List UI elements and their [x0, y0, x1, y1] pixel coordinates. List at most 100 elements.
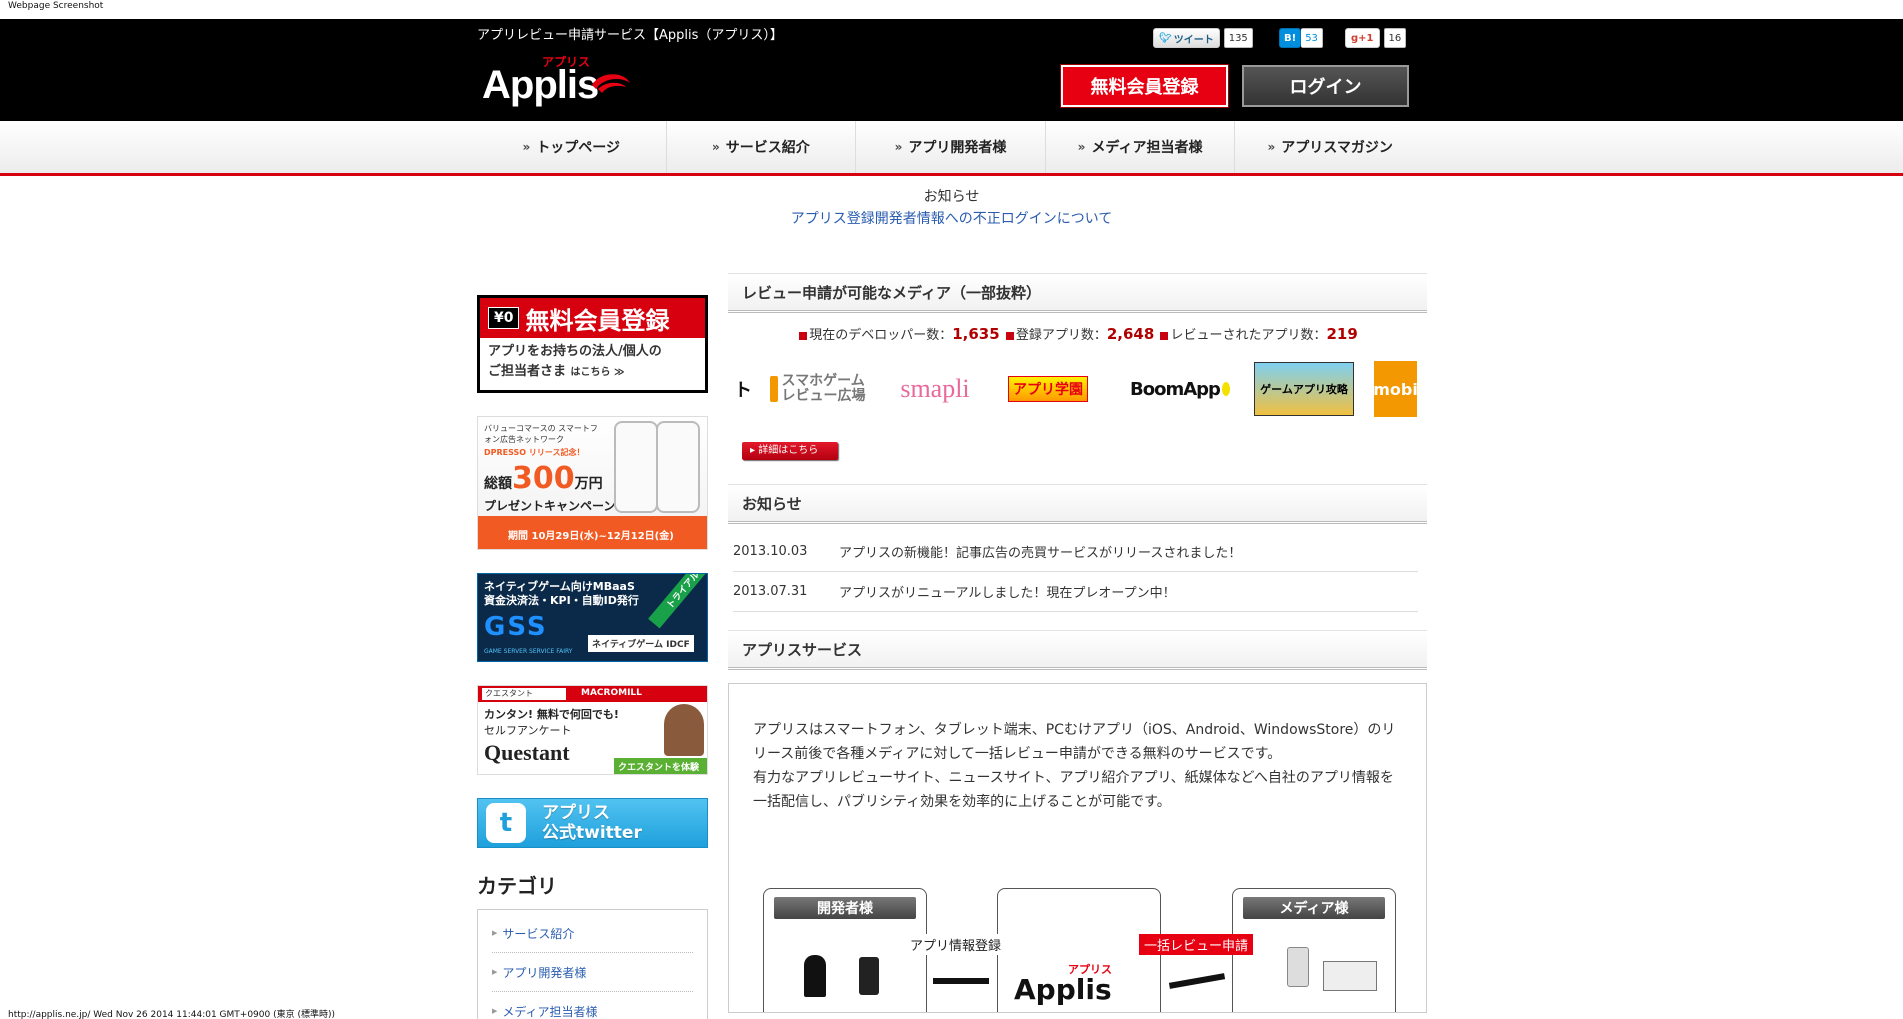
category-item[interactable]: ▶ サービス紹介	[492, 914, 693, 953]
site-tagline: アプリレビュー申請サービス【Applis（アプリス）】	[477, 28, 783, 43]
nav-item-top[interactable]: » トップページ	[477, 121, 667, 173]
category-item-label: サービス紹介	[502, 926, 575, 941]
dev-label: 現在のデベロッパー数：	[809, 328, 953, 343]
stats-line: 現在のデベロッパー数：1,635 登録アプリ数：2,648 レビューされたアプリ…	[728, 324, 1427, 343]
screenshot-footer: http://applis.ne.jp/ Wed Nov 26 2014 11:…	[8, 1010, 335, 1019]
nav-item-service[interactable]: » サービス紹介	[667, 121, 857, 173]
triangle-right-icon: ▶	[492, 968, 498, 976]
media-detail-button[interactable]: ▸ 詳細はこちら	[742, 442, 838, 460]
carousel-partial-logo: ト	[728, 361, 758, 417]
person-icon	[804, 955, 826, 997]
laptop-icon	[1323, 961, 1377, 991]
screenshot-label: Webpage Screenshot	[8, 1, 104, 11]
category-item[interactable]: ▶ アプリ開発者様	[492, 953, 693, 992]
questant-try-button: クエスタントを体験 >	[614, 758, 707, 774]
square-bullet-icon	[1005, 331, 1014, 340]
gss-sub: GAME SERVER SERVICE FAIRY	[484, 648, 573, 655]
gss-text: ネイティブゲーム向けMBaaS 資金決済法・KPI・自動ID発行	[484, 580, 639, 608]
gss-banner[interactable]: ネイティブゲーム向けMBaaS 資金決済法・KPI・自動ID発行 GSS GAME…	[477, 573, 708, 662]
hatena-count: 53	[1301, 28, 1323, 48]
hatena-share: B! 53	[1279, 27, 1323, 49]
twitter-share: 🐦︎ ツイート 135	[1153, 27, 1253, 49]
service-section-title: アプリスサービス	[728, 630, 1427, 670]
double-chevron-icon: »	[1077, 140, 1086, 154]
nav-item-magazine[interactable]: » アプリスマガジン	[1235, 121, 1425, 173]
flow-applis-word: Applis	[1014, 973, 1112, 1006]
sidebar-register-banner[interactable]: ¥0 無料会員登録 アプリをお持ちの法人/個人の ご担当者さま はこちら ≫	[477, 295, 708, 393]
dpresso-total: 総額300万円	[484, 461, 603, 496]
news-item[interactable]: 2013.10.03 アプリスの新機能！記事広告の売買サービスがリリースされました…	[733, 532, 1418, 572]
double-chevron-icon: »	[1267, 140, 1276, 154]
media-logo-boomapp[interactable]: BoomApp	[1130, 361, 1230, 417]
double-chevron-icon: »	[894, 140, 903, 154]
sidebar-register-line2: ご担当者さま	[488, 364, 567, 379]
person-image	[664, 704, 704, 756]
arrow-right-icon	[933, 978, 989, 984]
questant-banner[interactable]: クエスタント MACROMILL カンタン! 無料で何回でも! セルフアンケート…	[477, 685, 708, 775]
flow-developer-box: 開発者様	[763, 888, 927, 1012]
flow-applis-box: アプリス Applis	[997, 888, 1161, 1012]
news-section-title: お知らせ	[728, 484, 1427, 524]
applis-logo[interactable]: アプリス Applis	[482, 51, 642, 111]
category-item-label: メディア担当者様	[502, 1004, 598, 1019]
dpresso-brand: DPRESSO リリース記念！	[484, 448, 585, 457]
media-logo-smapli[interactable]: smapli	[890, 361, 980, 417]
login-button[interactable]: ログイン	[1242, 65, 1409, 107]
media-logo-label: ゲームアプリ攻略	[1254, 362, 1354, 416]
dpresso-period: 期間 10月29日(水)~12月12日(金)	[508, 531, 674, 542]
media-logo-label: アプリ学園	[1008, 376, 1088, 402]
questant-logo: Questant	[484, 740, 570, 765]
flow-step-bulk-review: 一括レビュー申請	[1139, 934, 1254, 955]
tweet-button[interactable]: 🐦︎ ツイート	[1153, 28, 1220, 48]
smartphone-image	[614, 421, 658, 513]
gplus-button[interactable]: g+1	[1345, 28, 1380, 48]
nav-item-media[interactable]: » メディア担当者様	[1046, 121, 1236, 173]
category-item[interactable]: ▶ メディア担当者様	[492, 992, 693, 1019]
app-count: 2,648	[1106, 325, 1155, 343]
dpresso-campaign-banner[interactable]: バリューコマースの スマートフォン広告ネットワーク DPRESSO リリース記念…	[477, 416, 708, 550]
flow-developer-label: 開発者様	[774, 897, 916, 919]
register-button[interactable]: 無料会員登録	[1060, 64, 1229, 108]
gplus-count: 16	[1383, 28, 1407, 48]
media-logo-label: smapli	[900, 374, 970, 403]
smartphone-image	[656, 421, 700, 513]
hatena-bookmark-button[interactable]: B!	[1279, 28, 1302, 48]
service-paragraph-1: アプリスはスマートフォン、タブレット端末、PCむけアプリ（iOS、Android…	[753, 722, 1396, 762]
gss-line2: 資金決済法・KPI・自動ID発行	[484, 594, 639, 607]
square-bullet-icon	[1160, 331, 1169, 340]
media-logo-mobi[interactable]: mobi	[1373, 361, 1418, 417]
top-notice-heading: お知らせ	[923, 189, 980, 205]
gss-logo: GSS	[484, 612, 548, 642]
media-logo-sumaho[interactable]: スマホゲーム レビュー広場	[770, 361, 874, 417]
sidebar-register-line1: アプリをお持ちの法人/個人の	[488, 344, 662, 359]
dpresso-total-suffix: 万円	[574, 476, 603, 492]
triangle-right-icon: ▶	[492, 929, 498, 937]
dpresso-campaign: プレゼントキャンペーン！	[484, 499, 628, 513]
square-bullet-icon	[799, 331, 808, 340]
flow-applis-label-spacer	[1008, 897, 1150, 919]
questant-header: クエスタント MACROMILL	[478, 686, 707, 702]
questant-line1: カンタン! 無料で何回でも!	[484, 708, 619, 721]
nav-item-developers[interactable]: » アプリ開発者様	[856, 121, 1046, 173]
dpresso-total-amount: 300	[512, 461, 575, 496]
main-nav: » トップページ » サービス紹介 » アプリ開発者様 » メディア担当者様 » アプリス…	[0, 121, 1903, 176]
twitter-banner-line1: アプリス	[542, 803, 610, 823]
media-logo-game[interactable]: ゲームアプリ攻略	[1252, 361, 1356, 417]
flow-step-register: アプリ情報登録	[907, 934, 1005, 955]
nav-item-label: アプリ開発者様	[908, 140, 1007, 156]
news-date: 2013.07.31	[733, 584, 808, 599]
sidebar: ¥0 無料会員登録 アプリをお持ちの法人/個人の ご担当者さま はこちら ≫ バリ…	[477, 295, 708, 1019]
twitter-banner[interactable]: t アプリス 公式twitter	[477, 798, 708, 848]
news-item[interactable]: 2013.07.31 アプリスがリニューアルしました！現在プレオープン中！	[733, 572, 1418, 612]
category-list: ▶ サービス紹介 ▶ アプリ開発者様 ▶ メディア担当者様	[477, 909, 708, 1019]
tweet-count: 135	[1223, 28, 1253, 48]
media-logo-gakuen[interactable]: アプリ学園	[998, 361, 1098, 417]
review-count: 219	[1326, 325, 1358, 343]
top-notice-link[interactable]: アプリス登録開発者情報への不正ログインについて	[791, 211, 1113, 227]
dpresso-total-prefix: 総額	[484, 476, 512, 492]
macromill-brand: MACROMILL	[581, 688, 642, 698]
news-list: 2013.10.03 アプリスの新機能！記事広告の売買サービスがリリースされました…	[728, 524, 1427, 612]
tweet-label: ツイート	[1173, 34, 1214, 46]
media-logo-label: mobi	[1373, 379, 1418, 399]
gss-line1: ネイティブゲーム向けMBaaS	[484, 580, 635, 593]
